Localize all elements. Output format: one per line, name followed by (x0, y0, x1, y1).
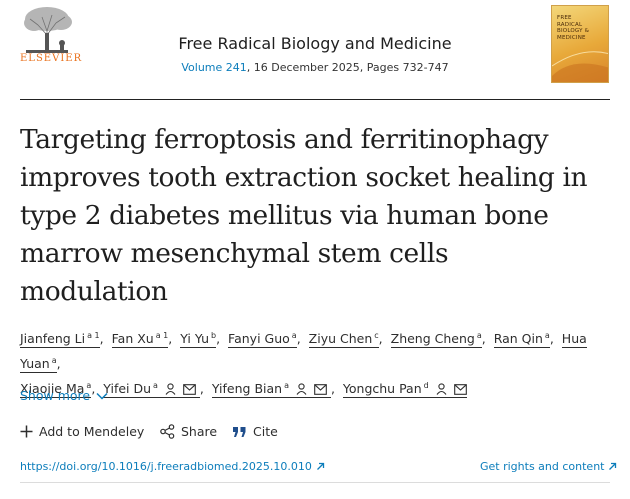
envelope-icon (453, 384, 467, 396)
title-line: Targeting ferroptosis and ferritinophagy (20, 124, 549, 155)
author-name: Yifeng Bian (211, 381, 283, 397)
author-affiliation: a 1 (87, 331, 100, 340)
person-icon (436, 383, 447, 396)
author-name: Jianfeng Li (20, 331, 86, 347)
author-link[interactable]: Ran Qin a (493, 331, 550, 349)
add-to-mendeley-label: Add to Mendeley (39, 424, 145, 439)
share-button[interactable]: Share (160, 424, 217, 439)
title-line: type 2 diabetes mellitus via human bone (20, 200, 549, 231)
author-affiliation: a (153, 381, 158, 391)
author-affiliation: a (51, 356, 57, 366)
title-line: modulation (20, 276, 168, 307)
plus-icon (20, 425, 33, 438)
volume-link[interactable]: Volume 241 (181, 61, 246, 74)
person-icon (296, 383, 307, 396)
rights-label: Get rights and content (480, 460, 605, 473)
show-more-button[interactable]: Show more (20, 388, 108, 403)
author-name: Fan Xu (111, 331, 154, 347)
title-line: marrow mesenchymal stem cells (20, 238, 449, 269)
author-name: Yi Yu (180, 331, 209, 347)
doi-link[interactable]: https://doi.org/10.1016/j.freeradbiomed.… (20, 460, 325, 473)
author-name: Ran Qin (493, 331, 543, 347)
add-to-mendeley-button[interactable]: Add to Mendeley (20, 424, 144, 439)
author-name: Ziyu Chen (308, 331, 373, 347)
author-affiliation: a (284, 381, 289, 391)
author-link[interactable]: Yifeng Bian a (211, 381, 331, 399)
author-link[interactable]: Jianfeng Li a 1 (20, 331, 100, 349)
envelope-icon (314, 384, 327, 396)
article-title: Targeting ferroptosis and ferritinophagy… (20, 121, 610, 311)
author-link[interactable]: Fanyi Guo a (228, 331, 297, 349)
author-link[interactable]: Yongchu Pan d (342, 381, 467, 399)
author-link[interactable]: Ziyu Chen c (308, 331, 379, 349)
author-link[interactable]: Zheng Cheng a (390, 331, 482, 349)
share-label: Share (181, 424, 218, 439)
author-name: Zheng Cheng (390, 331, 475, 347)
envelope-icon (183, 384, 196, 396)
cite-button[interactable]: Cite (232, 424, 278, 439)
author-affiliation: c (374, 331, 379, 340)
show-more-label: Show more (20, 388, 91, 403)
author-affiliation: a (291, 331, 297, 340)
cover-graphic (552, 51, 608, 82)
person-icon (165, 383, 176, 396)
external-link-icon (316, 462, 324, 470)
cite-label: Cite (253, 424, 278, 439)
author-affiliation: d (423, 381, 429, 391)
author-name: Yifei Du (103, 381, 152, 397)
quote-icon (233, 426, 246, 437)
author-list: Jianfeng Li a 1, Fan Xu a 1, Yi Yu b, Fanyi… (20, 331, 587, 399)
author-name: Fanyi Guo (228, 331, 290, 347)
journal-meta: Volume 241, 16 December 2025, Pages 732-… (0, 61, 630, 74)
author-name: Yongchu Pan (342, 381, 422, 397)
header-divider (20, 99, 610, 100)
author-link[interactable]: Fan Xu a 1 (111, 331, 169, 349)
footer-divider (20, 482, 610, 483)
doi-label: https://doi.org/10.1016/j.freeradbiomed.… (20, 460, 312, 473)
issue-details: , 16 December 2025, Pages 732-747 (246, 61, 449, 74)
title-line: improves tooth extraction socket healing… (20, 162, 588, 193)
author-link[interactable]: Yi Yu b (180, 331, 217, 349)
cover-text: FREE RADICAL BIOLOGY & MEDICINE (557, 15, 590, 41)
rights-link[interactable]: Get rights and content (480, 460, 617, 473)
author-affiliation: a (476, 331, 482, 340)
chevron-down-icon (96, 392, 108, 400)
external-link-icon (609, 462, 617, 470)
share-icon (160, 424, 175, 439)
journal-cover-thumbnail[interactable]: FREE RADICAL BIOLOGY & MEDICINE (551, 5, 609, 83)
author-affiliation: a 1 (155, 331, 169, 340)
author-link[interactable]: Yifei Du a (103, 381, 200, 399)
journal-title[interactable]: Free Radical Biology and Medicine (0, 34, 630, 53)
